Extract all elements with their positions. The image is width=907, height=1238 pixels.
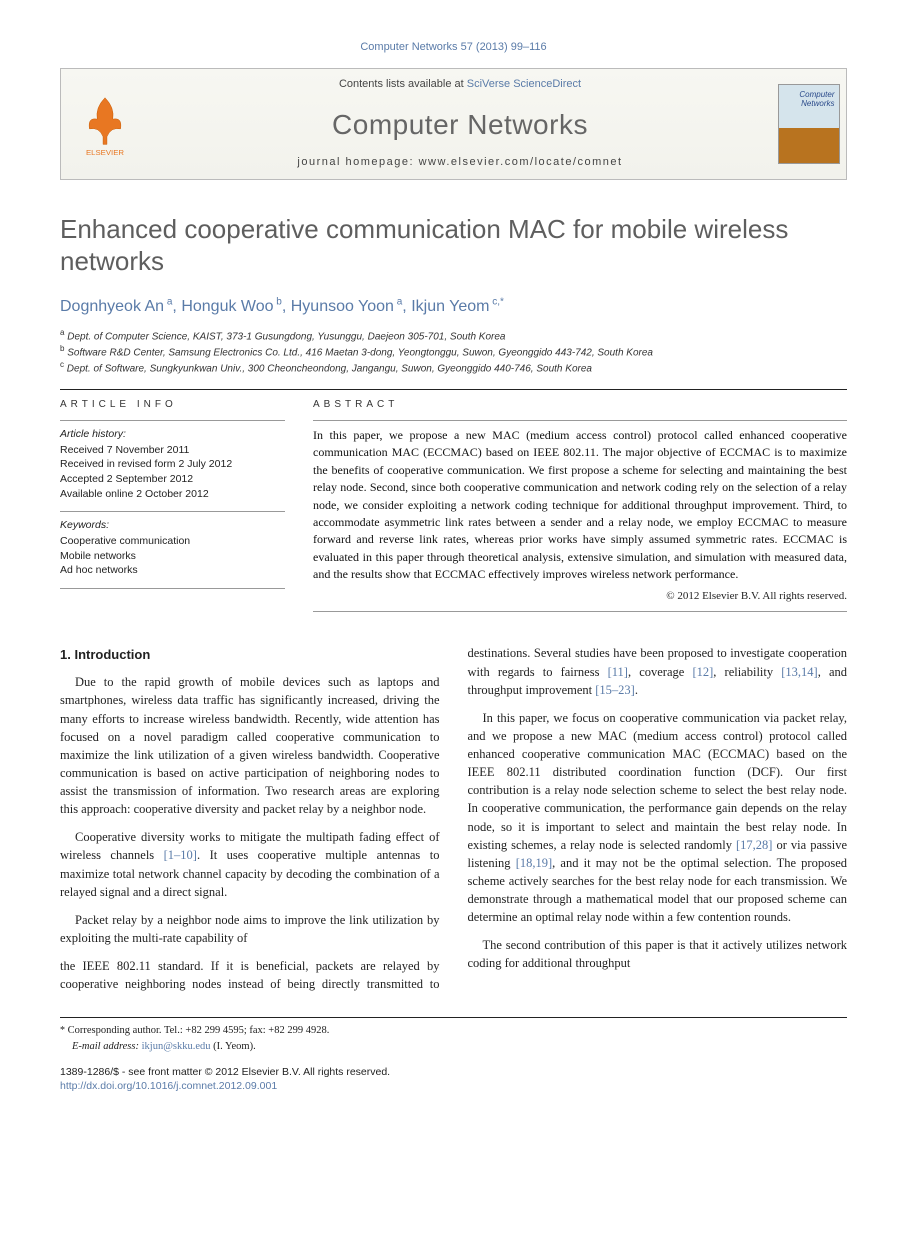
keyword-2: Mobile networks [60,549,285,564]
corr-author-label: Corresponding author. [68,1025,164,1036]
ref-18-19[interactable]: [18,19] [516,856,552,870]
abstract-rule [313,420,847,421]
contents-available-line: Contents lists available at SciVerse Sci… [159,77,761,93]
article-title: Enhanced cooperative communication MAC f… [60,214,847,276]
email-label: E-mail address: [72,1041,139,1052]
corr-email-who: (I. Yeom). [213,1041,256,1052]
ref-17-28[interactable]: [17,28] [736,838,772,852]
intro-p1: Due to the rapid growth of mobile device… [60,673,440,818]
corr-author-marker: * [60,1025,65,1036]
keyword-3: Ad hoc networks [60,563,285,578]
abstract-copyright: © 2012 Elsevier B.V. All rights reserved… [313,589,847,605]
footnotes: * Corresponding author. Tel.: +82 299 45… [60,1017,847,1054]
elsevier-logo[interactable]: ELSEVIER [61,69,149,179]
journal-homepage-url[interactable]: www.elsevier.com/locate/comnet [419,156,623,168]
authors-line: Dognhyeok An a, Honguk Woo b, Hyunsoo Yo… [60,295,847,318]
info-rule [60,420,285,421]
affil-c: Dept. of Software, Sungkyunkwan Univ., 3… [67,363,592,374]
intro-p3: Packet relay by a neighbor node aims to … [60,911,440,947]
history-title: Article history: [60,427,285,442]
doi-link[interactable]: http://dx.doi.org/10.1016/j.comnet.2012.… [60,1079,847,1093]
author-4[interactable]: Ikjun Yeom c,* [411,298,504,315]
affil-a: Dept. of Computer Science, KAIST, 373-1 … [67,331,505,342]
history-received: Received 7 November 2011 [60,443,285,458]
intro-p5: In this paper, we focus on cooperative c… [468,709,848,927]
elsevier-tree-icon: ELSEVIER [75,90,135,158]
abstract-heading: ABSTRACT [313,398,847,416]
issn-copyright-line: 1389-1286/$ - see front matter © 2012 El… [60,1065,847,1079]
bottom-info: 1389-1286/$ - see front matter © 2012 El… [60,1065,847,1093]
intro-p6: The second contribution of this paper is… [468,936,848,972]
body-columns: 1. Introduction Due to the rapid growth … [60,644,847,993]
section-1-heading: 1. Introduction [60,646,440,665]
abstract-text: In this paper, we propose a new MAC (med… [313,427,847,584]
journal-homepage-line: journal homepage: www.elsevier.com/locat… [159,155,761,171]
author-2[interactable]: Honguk Woo b [181,298,282,315]
corr-email[interactable]: ikjun@skku.edu [142,1041,211,1052]
info-rule-2 [60,511,285,512]
ref-1-10[interactable]: [1–10] [164,848,197,862]
abstract-rule-bottom [313,611,847,612]
history-revised: Received in revised form 2 July 2012 [60,457,285,472]
publisher-name: ELSEVIER [86,148,124,157]
author-3[interactable]: Hyunsoo Yoon a [291,298,403,315]
journal-cover-thumbnail[interactable] [778,84,840,164]
scidirect-link[interactable]: SciVerse ScienceDirect [467,78,581,90]
info-rule-3 [60,588,285,589]
citation-journal[interactable]: Computer Networks [360,41,457,53]
history-online: Available online 2 October 2012 [60,487,285,502]
journal-header-box: ELSEVIER Contents lists available at Sci… [60,68,847,180]
ref-13-14[interactable]: [13,14] [781,665,817,679]
ref-11[interactable]: [11] [608,665,628,679]
ref-15-23[interactable]: [15–23] [595,683,635,697]
ref-12[interactable]: [12] [692,665,713,679]
article-info-heading: ARTICLE INFO [60,398,285,416]
history-accepted: Accepted 2 September 2012 [60,472,285,487]
top-citation: Computer Networks 57 (2013) 99–116 [60,40,847,56]
corr-author-tel: Tel.: +82 299 4595; fax: +82 299 4928. [164,1025,329,1036]
keyword-1: Cooperative communication [60,534,285,549]
keywords-title: Keywords: [60,518,285,533]
intro-p2: Cooperative diversity works to mitigate … [60,828,440,901]
rule-top [60,389,847,390]
journal-name-large: Computer Networks [159,105,761,146]
author-1[interactable]: Dognhyeok An a [60,298,172,315]
affiliations: a Dept. of Computer Science, KAIST, 373-… [60,328,847,375]
affil-b: Software R&D Center, Samsung Electronics… [67,347,653,358]
citation-volume: 57 (2013) 99–116 [461,41,547,53]
